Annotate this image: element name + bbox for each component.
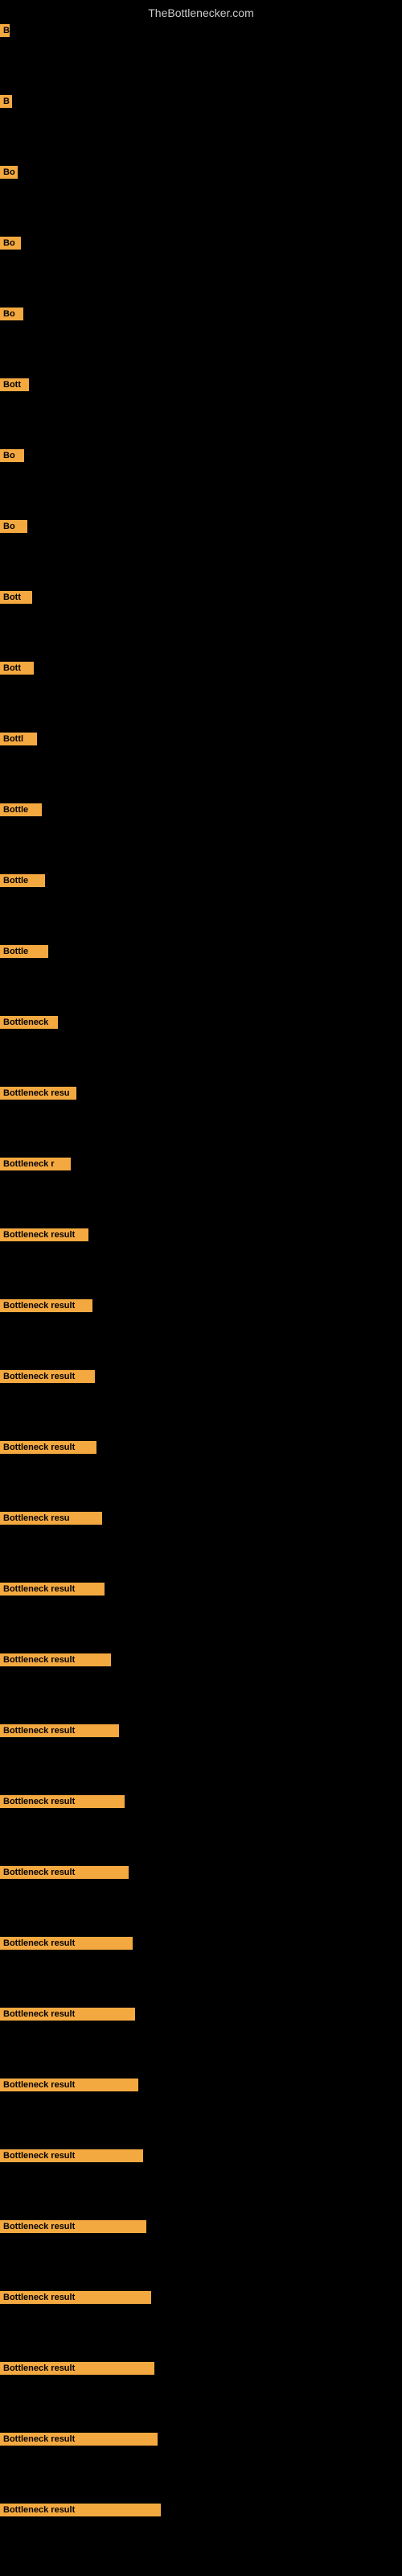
bar-item: Bottleneck result <box>0 2504 161 2520</box>
bar-label: Bo <box>0 166 18 179</box>
bar-item: Bottleneck result <box>0 2362 154 2379</box>
bar-label: Bottleneck result <box>0 1441 96 1454</box>
bar-label: Bottleneck result <box>0 1724 119 1737</box>
bar-label: Bott <box>0 378 29 391</box>
bar-label: Bottl <box>0 733 37 745</box>
bar-item: Bottleneck result <box>0 1228 88 1245</box>
bar-label: Bottleneck result <box>0 2362 154 2375</box>
bar-label: Bo <box>0 520 27 533</box>
bar-item: Bottleneck resu <box>0 1512 102 1529</box>
bar-label: Bottleneck resu <box>0 1512 102 1525</box>
bar-label: Bottleneck result <box>0 1299 92 1312</box>
bar-label: Bottleneck result <box>0 2079 138 2091</box>
bar-item: Bottleneck result <box>0 1724 119 1741</box>
bar-item: Bottleneck result <box>0 2008 135 2025</box>
bar-label: B <box>0 24 10 37</box>
bar-item: Bottleneck r <box>0 1158 71 1174</box>
bar-item: Bottleneck result <box>0 2220 146 2237</box>
bar-item: Bo <box>0 520 27 537</box>
bar-item: Bottleneck <box>0 1016 58 1033</box>
bar-label: Bottleneck result <box>0 2291 151 2304</box>
bar-label: Bo <box>0 449 24 462</box>
bar-item: Bottle <box>0 803 42 820</box>
bar-item: Bottleneck result <box>0 1441 96 1458</box>
bar-label: Bo <box>0 308 23 320</box>
bar-item: Bottleneck result <box>0 1299 92 1316</box>
bar-item: B <box>0 24 10 41</box>
bar-item: Bott <box>0 591 32 608</box>
bar-item: Bott <box>0 662 34 679</box>
bar-label: Bottleneck <box>0 1016 58 1029</box>
bar-label: Bo <box>0 237 21 250</box>
bar-label: Bottleneck result <box>0 1228 88 1241</box>
bar-label: Bottleneck result <box>0 1795 125 1808</box>
bar-label: Bottleneck resu <box>0 1087 76 1100</box>
bar-item: Bo <box>0 449 24 466</box>
bar-item: Bottl <box>0 733 37 749</box>
bar-item: Bo <box>0 237 21 254</box>
bar-item: Bottle <box>0 945 48 962</box>
bar-label: Bottleneck result <box>0 2433 158 2446</box>
bar-label: Bottleneck result <box>0 2504 161 2516</box>
site-title: TheBottlenecker.com <box>0 0 402 26</box>
bar-label: Bott <box>0 591 32 604</box>
bar-item: Bo <box>0 308 23 324</box>
bar-label: B <box>0 95 12 108</box>
bar-item: Bottleneck result <box>0 1583 105 1600</box>
bar-item: Bottleneck result <box>0 1370 95 1387</box>
bar-label: Bottleneck result <box>0 2220 146 2233</box>
bar-label: Bottleneck result <box>0 1370 95 1383</box>
bar-item: Bottleneck resu <box>0 1087 76 1104</box>
bar-item: Bottleneck result <box>0 1866 129 1883</box>
bar-label: Bottle <box>0 945 48 958</box>
bar-item: Bottleneck result <box>0 2149 143 2166</box>
bar-label: Bottleneck result <box>0 1866 129 1879</box>
bar-item: Bottleneck result <box>0 1795 125 1812</box>
bar-item: Bottleneck result <box>0 2291 151 2308</box>
bar-label: Bott <box>0 662 34 675</box>
bar-label: Bottleneck result <box>0 1583 105 1596</box>
bar-label: Bottleneck result <box>0 2008 135 2021</box>
bar-item: Bottleneck result <box>0 1937 133 1954</box>
bar-label: Bottleneck result <box>0 1653 111 1666</box>
bar-label: Bottleneck r <box>0 1158 71 1170</box>
bar-label: Bottleneck result <box>0 2149 143 2162</box>
bar-item: Bo <box>0 166 18 183</box>
bar-item: Bottleneck result <box>0 1653 111 1670</box>
bar-label: Bottle <box>0 803 42 816</box>
bar-item: B <box>0 95 12 112</box>
bar-label: Bottleneck result <box>0 1937 133 1950</box>
bar-label: Bottle <box>0 874 45 887</box>
bar-item: Bottleneck result <box>0 2433 158 2450</box>
bar-item: Bottleneck result <box>0 2079 138 2095</box>
bar-item: Bottle <box>0 874 45 891</box>
bar-item: Bott <box>0 378 29 395</box>
